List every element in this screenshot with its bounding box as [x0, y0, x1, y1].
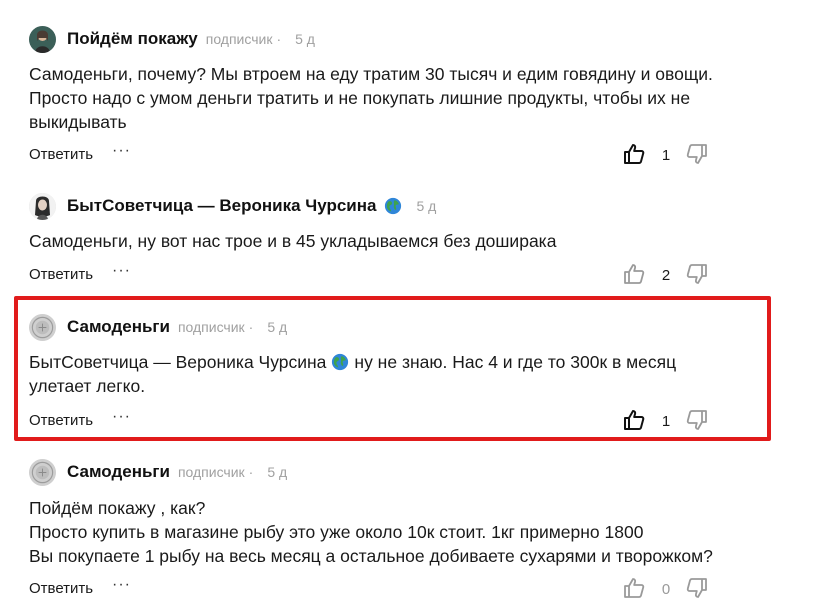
- comment-header: Самоденьги подписчик · 5 д: [29, 457, 287, 487]
- comment-text: Самоденьги, ну вот нас трое и в 45 уклад…: [29, 229, 749, 253]
- author-name[interactable]: Пойдём покажу: [67, 29, 198, 49]
- separator-dot: ·: [248, 319, 254, 335]
- like-icon[interactable]: [622, 262, 646, 286]
- author-role: подписчик: [205, 31, 273, 47]
- more-options-button[interactable]: ···: [112, 262, 131, 280]
- reply-button[interactable]: Ответить: [29, 146, 93, 163]
- comment-time: 5 д: [295, 31, 315, 47]
- like-icon[interactable]: [622, 408, 646, 432]
- avatar[interactable]: [29, 192, 56, 220]
- author-name[interactable]: Самоденьги: [67, 317, 170, 337]
- separator-dot: ·: [248, 464, 254, 480]
- comment-text-line: выкидывать: [29, 112, 127, 132]
- globe-icon: [384, 197, 402, 215]
- comment-text-line: Пойдём покажу , как?: [29, 498, 206, 518]
- more-options-button[interactable]: ···: [112, 408, 131, 426]
- more-options-button[interactable]: ···: [112, 576, 131, 594]
- comment-text-rest: ну не знаю. Нас 4 и где то 300к в месяц: [354, 352, 677, 372]
- dislike-icon[interactable]: [685, 576, 709, 600]
- like-count: 2: [661, 267, 671, 284]
- comment-actions: Ответить ··· 0: [29, 576, 830, 602]
- author-name[interactable]: БытСоветчица — Вероника Чурсина: [67, 196, 376, 216]
- avatar[interactable]: [29, 313, 56, 341]
- comment-actions: Ответить ··· 1: [29, 142, 830, 168]
- comment-text-line: БытСоветчица — Вероника Чурсина ну не зна…: [29, 350, 749, 374]
- avatar[interactable]: [29, 458, 56, 486]
- like-count: 1: [661, 413, 671, 430]
- reply-button[interactable]: Ответить: [29, 580, 93, 597]
- comment-text-line: Просто купить в магазине рыбу это уже ок…: [29, 522, 644, 542]
- comment-text-line: Просто надо с умом деньги тратить и не п…: [29, 88, 691, 108]
- comment-text-line: улетает легко.: [29, 376, 146, 396]
- comment-time: 5 д: [416, 198, 437, 214]
- comment-text: Самоденьги, почему? Мы втроем на еду тра…: [29, 62, 749, 134]
- author-name[interactable]: Самоденьги: [67, 462, 170, 482]
- globe-icon: [331, 353, 349, 371]
- comment-text: Пойдём покажу , как? Просто купить в маг…: [29, 496, 749, 568]
- more-options-button[interactable]: ···: [112, 142, 131, 160]
- like-count: 1: [661, 147, 671, 164]
- comment-time: 5 д: [267, 319, 288, 335]
- comment-text-line: Вы покупаете 1 рыбу на весь месяц а оста…: [29, 546, 713, 566]
- comment-header: Самоденьги подписчик · 5 д: [29, 312, 287, 342]
- dislike-icon[interactable]: [685, 142, 709, 166]
- reply-button[interactable]: Ответить: [29, 412, 93, 429]
- comment-actions: Ответить ··· 1: [29, 408, 830, 434]
- separator-dot: ·: [276, 31, 282, 47]
- comment-text-line: Самоденьги, ну вот нас трое и в 45 уклад…: [29, 231, 557, 251]
- like-icon[interactable]: [622, 576, 646, 600]
- mention-link[interactable]: БытСоветчица — Вероника Чурсина: [29, 352, 326, 372]
- author-role: подписчик: [177, 319, 245, 335]
- comment-header: Пойдём покажу подписчик · 5 д: [29, 24, 315, 54]
- avatar[interactable]: [29, 25, 56, 53]
- like-icon[interactable]: [622, 142, 646, 166]
- dislike-icon[interactable]: [685, 262, 709, 286]
- like-count: 0: [661, 581, 671, 598]
- comment-actions: Ответить ··· 2: [29, 262, 830, 288]
- comment-header: БытСоветчица — Вероника Чурсина 5 д: [29, 191, 436, 221]
- comment-text: БытСоветчица — Вероника Чурсина ну не зна…: [29, 350, 749, 398]
- dislike-icon[interactable]: [685, 408, 709, 432]
- comment-text-line: Самоденьги, почему? Мы втроем на еду тра…: [29, 64, 713, 84]
- reply-button[interactable]: Ответить: [29, 266, 93, 283]
- comment-time: 5 д: [267, 464, 288, 480]
- author-role: подписчик: [177, 464, 245, 480]
